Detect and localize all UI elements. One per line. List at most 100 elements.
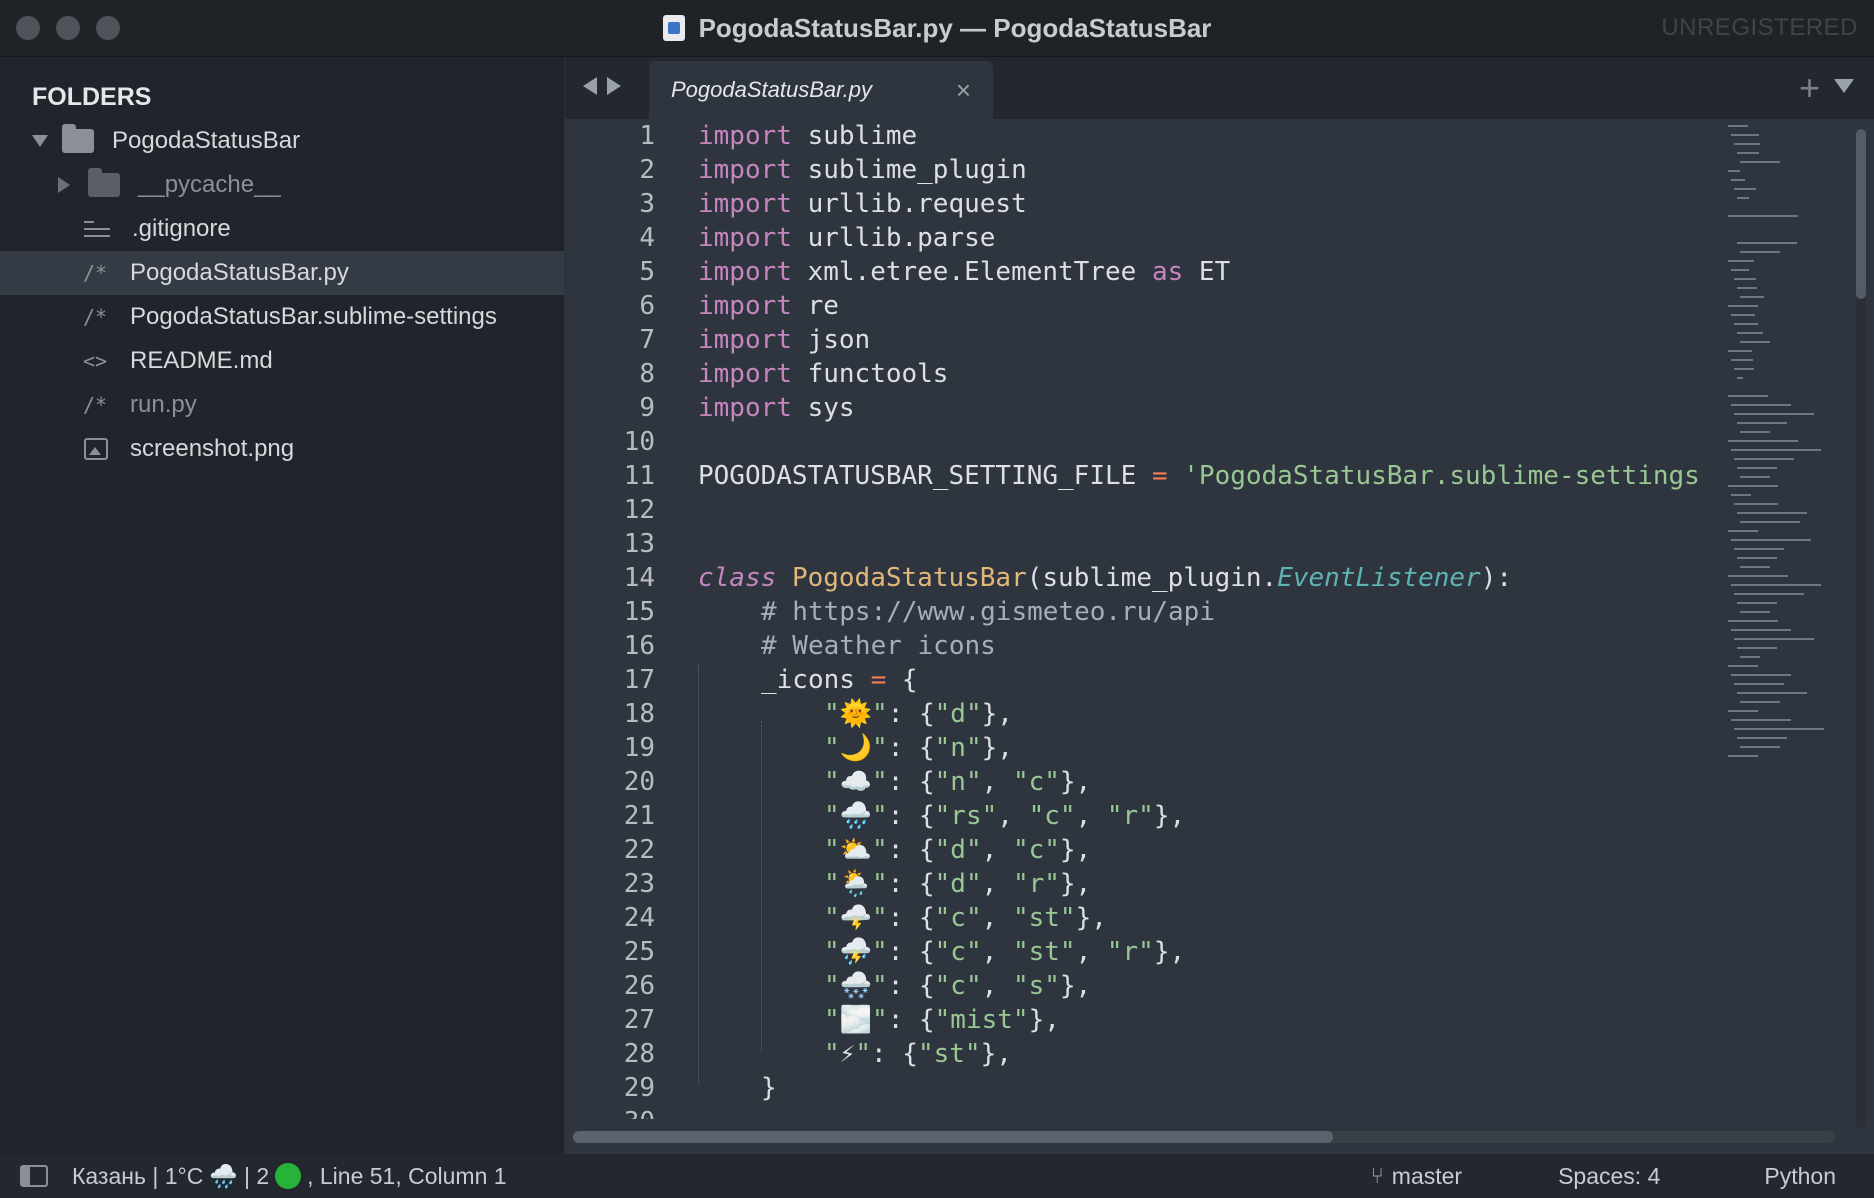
minimap-line — [1731, 314, 1755, 316]
arrow-right-icon[interactable] — [607, 77, 621, 95]
code-token: }, — [1028, 1005, 1060, 1035]
minimap-line — [1737, 197, 1749, 199]
minimap-line — [1734, 278, 1756, 280]
code-token: "st" — [917, 1039, 981, 1069]
weather-emoji: 🌙 — [839, 733, 873, 763]
code-token: " — [824, 801, 840, 831]
code-token: " — [855, 1039, 871, 1069]
arrow-left-icon[interactable] — [583, 77, 597, 95]
code-line: "⚡": {"st"}, — [824, 1037, 1012, 1071]
line-number: 19 — [623, 733, 655, 763]
line-number: 14 — [623, 563, 655, 593]
minimap-line — [1731, 179, 1745, 181]
minimap-line — [1740, 251, 1780, 253]
code-token: json — [791, 325, 871, 355]
code-token: import — [698, 359, 792, 389]
tree-item-sublime-settings[interactable]: /* PogodaStatusBar.sublime-settings — [0, 295, 564, 339]
tree-item-screenshot[interactable]: screenshot.png — [0, 427, 564, 471]
code-token: " — [824, 971, 840, 1001]
new-tab-button[interactable]: + — [1799, 67, 1820, 109]
code-token: "mist" — [934, 1005, 1029, 1035]
minimap-line — [1728, 575, 1788, 577]
minimap-line — [1734, 548, 1784, 550]
minimap-line — [1737, 692, 1807, 694]
code-token: }, — [1059, 767, 1092, 797]
tree-item-pogodastatusbar-py[interactable]: /* PogodaStatusBar.py — [0, 251, 564, 295]
minimap-line — [1737, 422, 1787, 424]
vertical-scrollbar[interactable] — [1856, 129, 1866, 1129]
tree-item-run-py[interactable]: /* run.py — [0, 383, 564, 427]
code-token: sublime_plugin — [791, 155, 1027, 185]
line-number: 9 — [639, 393, 655, 423]
code-token: "c" — [1012, 835, 1060, 865]
minimap-line — [1731, 449, 1821, 451]
weather-emoji: 🌧️ — [839, 801, 873, 831]
code-token: , — [981, 937, 1013, 967]
minimap-line — [1728, 755, 1758, 757]
code-token: sys — [791, 393, 855, 423]
status-bar: Казань | 1°C 🌧️ | 2 , Line 51, Column 1 … — [0, 1154, 1874, 1198]
code-line: "🌨️": {"c", "s"}, — [824, 969, 1091, 1003]
tree-item-label: PogodaStatusBar.py — [130, 259, 349, 286]
code-line: "🌧️": {"rs", "c", "r"}, — [824, 799, 1185, 833]
code-line: "🌩️": {"c", "st"}, — [824, 901, 1107, 935]
tree-item-readme[interactable]: <> README.md — [0, 339, 564, 383]
code-line: "🌫️": {"mist"}, — [824, 1003, 1060, 1037]
code-token: "n" — [934, 733, 982, 763]
weather-emoji: 🌨️ — [839, 971, 873, 1001]
close-icon[interactable]: × — [956, 75, 971, 106]
weather-emoji: ⚡ — [839, 1039, 856, 1069]
markup-file-icon: <> — [82, 349, 108, 373]
line-number: 13 — [623, 529, 655, 559]
code-token: " — [824, 903, 840, 933]
code-token: " — [872, 937, 888, 967]
tree-root-folder[interactable]: PogodaStatusBar — [0, 119, 564, 163]
line-number: 21 — [623, 801, 655, 831]
tree-item-gitignore[interactable]: .gitignore — [0, 207, 564, 251]
tab-menu-chevron-icon[interactable] — [1834, 79, 1854, 93]
scrollbar-thumb[interactable] — [1856, 129, 1866, 299]
status-weather: Казань | 1°C 🌧️ | 2 , Line 51, Column 1 — [72, 1163, 507, 1190]
line-number: 12 — [623, 495, 655, 525]
code-token: xml.etree.ElementTree — [791, 257, 1152, 287]
code-token: , — [981, 869, 1013, 899]
code-token: import — [698, 325, 792, 355]
minimap-line — [1731, 674, 1791, 676]
code-token: " — [824, 733, 840, 763]
chevron-right-icon[interactable] — [58, 177, 70, 193]
syntax-selector[interactable]: Python — [1764, 1163, 1836, 1190]
comment-file-icon: /* — [82, 393, 108, 417]
line-number: 5 — [639, 257, 655, 287]
code-token: : { — [887, 1005, 935, 1035]
scrollbar-thumb[interactable] — [573, 1131, 1333, 1143]
status-weather-text: Казань | 1°C — [72, 1162, 204, 1189]
tree-item-pycache[interactable]: __pycache__ — [0, 163, 564, 207]
status-ok-icon — [275, 1163, 302, 1189]
indentation-setting[interactable]: Spaces: 4 — [1558, 1163, 1660, 1190]
code-line: "🌦️": {"d", "r"}, — [824, 867, 1091, 901]
code-token: import — [698, 393, 792, 423]
minimap-line — [1731, 269, 1749, 271]
code-view[interactable]: 1 2 3 4 5 6 7 8 9 10 11 12 13 14 15 16 17 18 19 20 21 22 23 24 2… — [565, 119, 1715, 1119]
code-token: "c" — [1028, 801, 1076, 831]
minimap-line — [1734, 728, 1824, 730]
line-number: 27 — [623, 1005, 655, 1035]
line-number: 30 — [624, 1105, 655, 1119]
code-token: " — [872, 835, 888, 865]
chevron-down-icon[interactable] — [32, 135, 48, 147]
tab-bar: PogodaStatusBar.py × + — [565, 57, 1874, 119]
code-line: import re — [698, 289, 839, 323]
code-line: } — [761, 1073, 777, 1103]
horizontal-scrollbar[interactable] — [573, 1131, 1835, 1143]
code-token: : { — [887, 801, 935, 831]
minimap-line — [1740, 296, 1764, 298]
minimap[interactable] — [1724, 119, 1850, 899]
sidebar-toggle-icon[interactable] — [20, 1165, 48, 1187]
weather-emoji: 🌧️ — [209, 1162, 238, 1189]
tab-pogodastatusbar-py[interactable]: PogodaStatusBar.py × — [649, 61, 993, 119]
code-line: import xml.etree.ElementTree as ET — [698, 255, 1230, 289]
code-line: import sublime_plugin — [698, 153, 1027, 187]
code-token: " — [824, 835, 840, 865]
git-branch[interactable]: master — [1392, 1163, 1462, 1190]
tree-item-label: screenshot.png — [130, 435, 295, 462]
